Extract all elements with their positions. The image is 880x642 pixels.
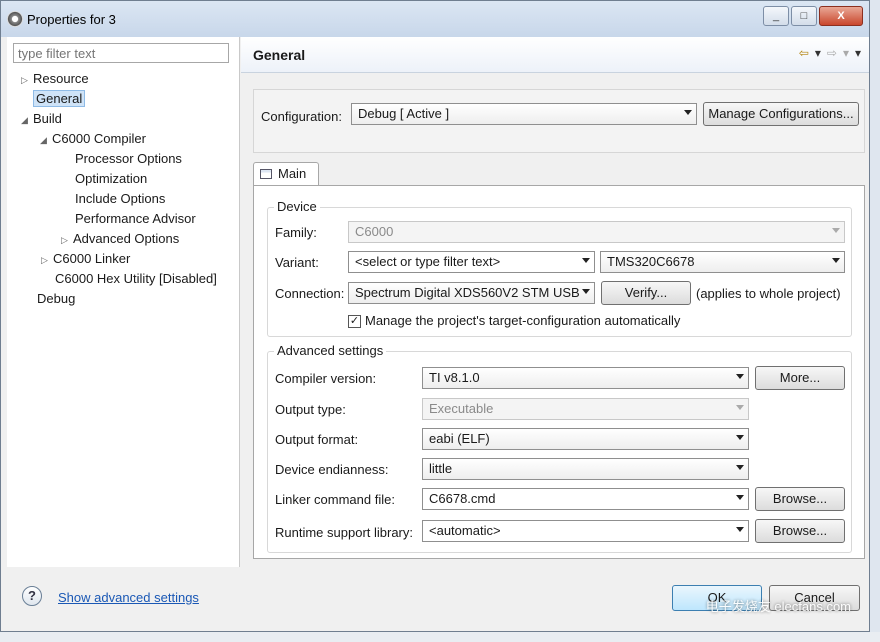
family-label: Family: bbox=[275, 225, 317, 240]
tree-item-resource[interactable]: ▷ Resource bbox=[21, 69, 89, 89]
chevron-down-icon bbox=[736, 465, 744, 470]
configuration-label: Configuration: bbox=[261, 109, 342, 124]
chevron-down-icon bbox=[736, 435, 744, 440]
navigation-pane: ▷Resource General ◢Build ◢C6000 Compiler… bbox=[7, 37, 240, 567]
connection-label: Connection: bbox=[275, 286, 345, 301]
device-group: Device Family: C6000 Variant: <select or… bbox=[267, 199, 852, 337]
connection-select[interactable]: Spectrum Digital XDS560V2 STM USB bbox=[348, 282, 595, 304]
chevron-down-icon bbox=[582, 289, 590, 294]
manage-target-config-checkbox[interactable]: ✓ bbox=[348, 315, 361, 328]
compiler-version-select[interactable]: TI v8.1.0 bbox=[422, 367, 749, 389]
filter-input[interactable] bbox=[13, 43, 229, 63]
chevron-down-icon bbox=[736, 495, 744, 500]
manage-configurations-button[interactable]: Manage Configurations... bbox=[703, 102, 859, 126]
tree-item-include-options[interactable]: Include Options bbox=[63, 189, 165, 209]
chevron-down-icon bbox=[684, 110, 692, 115]
back-arrow-icon[interactable]: ⇦ bbox=[799, 46, 809, 60]
variant-filter-combo[interactable]: <select or type filter text> bbox=[348, 251, 595, 273]
window-controls: _ □ X bbox=[761, 6, 863, 26]
tree-item-processor-options[interactable]: Processor Options bbox=[63, 149, 182, 169]
main-tab-panel: Device Family: C6000 Variant: <select or… bbox=[253, 185, 865, 559]
runtime-support-library-combo[interactable]: <automatic> bbox=[422, 520, 749, 542]
properties-dialog: Properties for 3 _ □ X ▷Resource General… bbox=[0, 0, 870, 632]
variant-label: Variant: bbox=[275, 255, 319, 270]
tree-item-optimization[interactable]: Optimization bbox=[63, 169, 147, 189]
output-type-label: Output type: bbox=[275, 402, 346, 417]
page-header: General ⇦ ▾ ⇨ ▾ ▾ bbox=[241, 37, 869, 73]
compiler-version-label: Compiler version: bbox=[275, 371, 377, 386]
show-advanced-settings-link[interactable]: Show advanced settings bbox=[58, 590, 199, 605]
runtime-support-library-label: Runtime support library: bbox=[275, 525, 413, 540]
window-title: Properties for 3 bbox=[27, 12, 116, 27]
device-group-title: Device bbox=[274, 199, 320, 214]
collapse-arrow-icon[interactable]: ◢ bbox=[40, 130, 52, 150]
view-menu-chevron-down-icon[interactable]: ▾ bbox=[855, 46, 861, 60]
manage-target-config-label: Manage the project's target-configuratio… bbox=[365, 313, 681, 328]
tab-main-icon bbox=[260, 169, 272, 179]
linker-command-file-label: Linker command file: bbox=[275, 492, 395, 507]
tree-item-debug[interactable]: Debug bbox=[25, 289, 75, 309]
help-icon[interactable]: ? bbox=[22, 586, 42, 606]
background-strip bbox=[0, 632, 880, 642]
expand-arrow-icon[interactable]: ▷ bbox=[21, 70, 33, 90]
chevron-down-icon bbox=[736, 374, 744, 379]
tree-item-c6000-hex-utility[interactable]: C6000 Hex Utility [Disabled] bbox=[43, 269, 217, 289]
configuration-select[interactable]: Debug [ Active ] bbox=[351, 103, 697, 125]
output-format-select[interactable]: eabi (ELF) bbox=[422, 428, 749, 450]
tree-item-build[interactable]: ◢ Build bbox=[21, 109, 62, 129]
browse-linker-button[interactable]: Browse... bbox=[755, 487, 845, 511]
history-nav: ⇦ ▾ ⇨ ▾ ▾ bbox=[799, 46, 861, 60]
variant-select[interactable]: TMS320C6678 bbox=[600, 251, 845, 273]
chevron-down-icon bbox=[736, 405, 744, 410]
chevron-down-icon bbox=[832, 228, 840, 233]
applies-note: (applies to whole project) bbox=[696, 286, 841, 301]
expand-arrow-icon[interactable]: ▷ bbox=[61, 230, 73, 250]
advanced-settings-title: Advanced settings bbox=[274, 343, 387, 358]
tree-item-advanced-options[interactable]: ▷ Advanced Options bbox=[61, 229, 179, 249]
chevron-down-icon bbox=[582, 258, 590, 263]
title-bar[interactable]: Properties for 3 _ □ X bbox=[1, 1, 869, 37]
output-type-select: Executable bbox=[422, 398, 749, 420]
tree-item-performance-advisor[interactable]: Performance Advisor bbox=[63, 209, 196, 229]
app-icon bbox=[7, 11, 23, 27]
maximize-button[interactable]: □ bbox=[791, 6, 817, 26]
device-endianness-label: Device endianness: bbox=[275, 462, 389, 477]
minimize-button[interactable]: _ bbox=[763, 6, 789, 26]
more-button[interactable]: More... bbox=[755, 366, 845, 390]
family-select: C6000 bbox=[348, 221, 845, 243]
linker-command-file-combo[interactable]: C6678.cmd bbox=[422, 488, 749, 510]
page-title: General bbox=[253, 47, 306, 63]
back-menu-chevron-down-icon[interactable]: ▾ bbox=[815, 46, 821, 60]
watermark-logo: 电子发烧友 elecfans.com bbox=[705, 599, 851, 614]
verify-button[interactable]: Verify... bbox=[601, 281, 691, 305]
chevron-down-icon bbox=[832, 258, 840, 263]
expand-arrow-icon[interactable]: ▷ bbox=[41, 250, 53, 270]
output-format-label: Output format: bbox=[275, 432, 359, 447]
collapse-arrow-icon[interactable]: ◢ bbox=[21, 110, 33, 130]
configuration-bar: Configuration: Debug [ Active ] Manage C… bbox=[253, 89, 865, 153]
tree-item-c6000-linker[interactable]: ▷ C6000 Linker bbox=[41, 249, 130, 269]
device-endianness-select[interactable]: little bbox=[422, 458, 749, 480]
content-pane: General ⇦ ▾ ⇨ ▾ ▾ Configuration: Debug [… bbox=[241, 37, 869, 567]
tree-item-c6000-compiler[interactable]: ◢ C6000 Compiler bbox=[40, 129, 146, 149]
tree-item-general[interactable]: General bbox=[21, 89, 86, 109]
forward-menu-chevron-down-icon[interactable]: ▾ bbox=[843, 46, 849, 60]
chevron-down-icon bbox=[736, 527, 744, 532]
tab-main[interactable]: Main bbox=[253, 162, 319, 186]
advanced-settings-group: Advanced settings Compiler version: TI v… bbox=[267, 343, 852, 553]
close-button[interactable]: X bbox=[819, 6, 863, 26]
forward-arrow-icon[interactable]: ⇨ bbox=[827, 46, 837, 60]
browse-runtime-button[interactable]: Browse... bbox=[755, 519, 845, 543]
